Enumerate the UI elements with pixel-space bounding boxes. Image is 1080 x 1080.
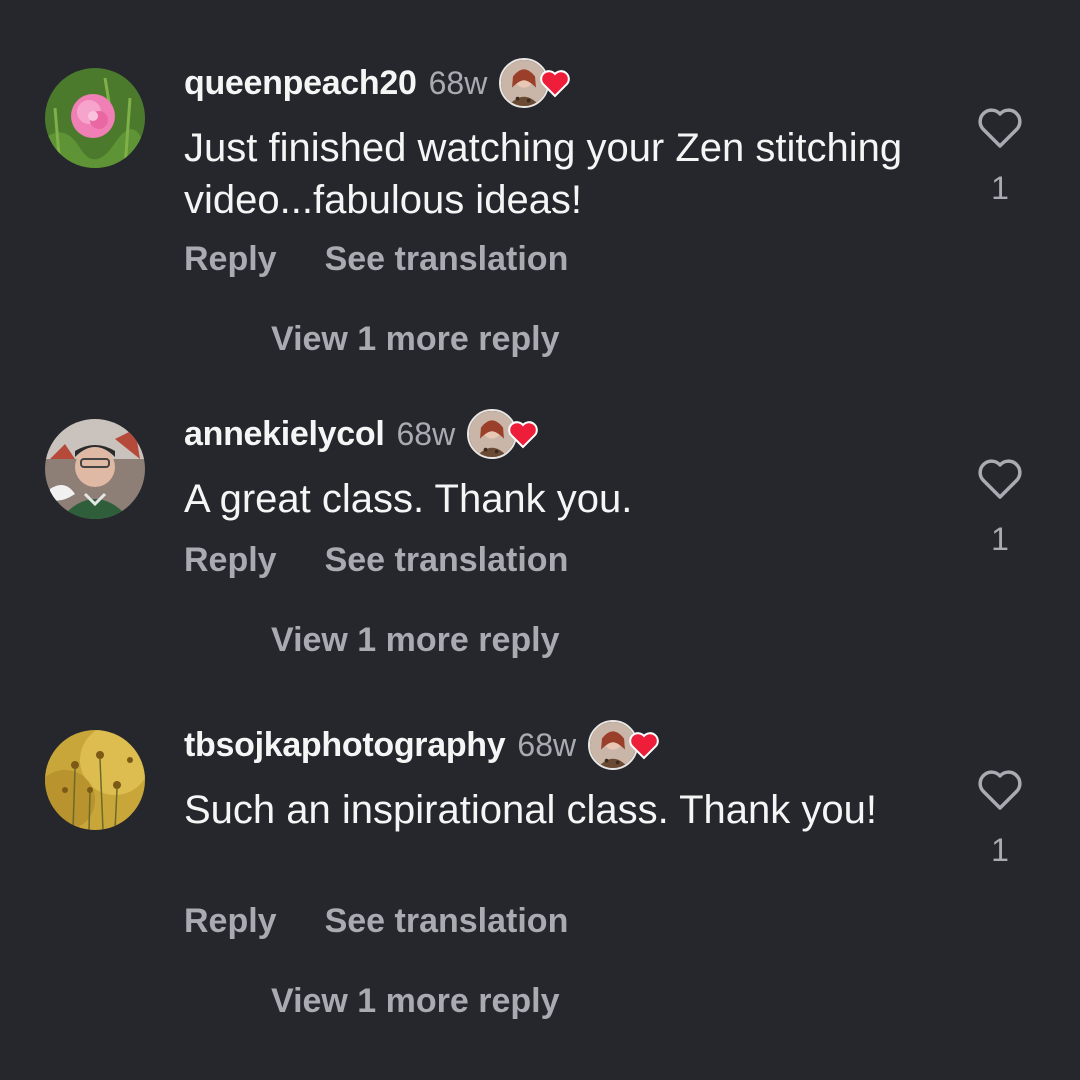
view-more-replies-button[interactable]: View 1 more reply: [271, 621, 560, 660]
see-translation-button[interactable]: See translation: [325, 541, 569, 580]
comment-text: Just finished watching your Zen stitchin…: [184, 126, 903, 222]
author-liked-badge: [467, 407, 547, 461]
username[interactable]: tbsojkaphotography: [184, 726, 506, 765]
like-count: 1: [991, 170, 1009, 206]
heart-outline-icon[interactable]: [976, 457, 1024, 501]
comment-actions: Reply See translation: [184, 541, 568, 580]
comment-item: tbsojkaphotography 68w Such an inspirati…: [0, 720, 1080, 1070]
like-count: 1: [991, 832, 1009, 868]
avatar[interactable]: [45, 730, 145, 830]
heart-filled-icon: [540, 70, 571, 98]
timestamp: 68w: [396, 415, 456, 452]
comment-item: annekielycol 68w A great class. Thank yo…: [0, 409, 1080, 759]
reply-button[interactable]: Reply: [184, 541, 277, 580]
comment-text: A great class. Thank you.: [184, 477, 633, 521]
comment-text: Such an inspirational class. Thank you!: [184, 788, 877, 832]
view-more-replies-button[interactable]: View 1 more reply: [271, 320, 560, 359]
username[interactable]: queenpeach20: [184, 64, 417, 103]
comment-header: queenpeach20 68w: [184, 58, 579, 108]
heart-filled-icon: [629, 732, 659, 760]
author-liked-badge: [499, 56, 579, 110]
heart-filled-icon: [508, 421, 538, 449]
avatar[interactable]: [45, 68, 145, 168]
like-column: 1: [972, 457, 1028, 558]
comment-item: queenpeach20 68w Just finished watching …: [0, 58, 1080, 408]
like-count: 1: [991, 521, 1009, 557]
heart-outline-icon[interactable]: [976, 106, 1024, 150]
view-more-replies-button[interactable]: View 1 more reply: [271, 982, 560, 1021]
like-column: 1: [972, 768, 1028, 869]
see-translation-button[interactable]: See translation: [325, 240, 569, 279]
comment-header: tbsojkaphotography 68w: [184, 720, 668, 770]
reply-button[interactable]: Reply: [184, 902, 277, 941]
avatar[interactable]: [45, 419, 145, 519]
heart-outline-icon[interactable]: [976, 768, 1024, 812]
comment-actions: Reply See translation: [184, 902, 568, 941]
timestamp: 68w: [517, 726, 577, 763]
author-liked-badge: [588, 718, 668, 772]
comment-header: annekielycol 68w: [184, 409, 547, 459]
comment-actions: Reply See translation: [184, 240, 568, 279]
like-column: 1: [972, 106, 1028, 207]
see-translation-button[interactable]: See translation: [325, 902, 569, 941]
username[interactable]: annekielycol: [184, 415, 385, 454]
timestamp: 68w: [428, 64, 488, 101]
reply-button[interactable]: Reply: [184, 240, 277, 279]
